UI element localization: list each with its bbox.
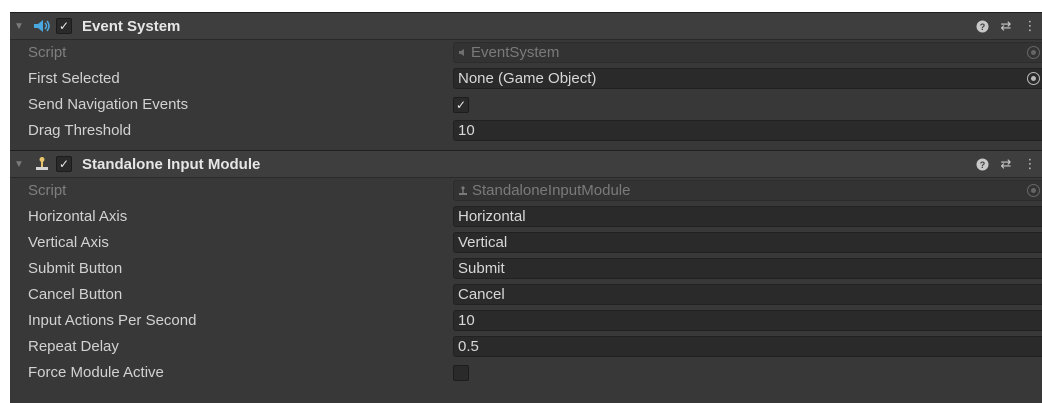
send-navigation-label: Send Navigation Events — [28, 96, 189, 113]
drag-threshold-row: Drag Threshold 10 — [10, 118, 1042, 144]
script-field: StandaloneInputModule — [453, 180, 1042, 201]
force-module-label: Force Module Active — [28, 364, 164, 381]
standalone-input-icon — [32, 155, 52, 173]
object-picker-icon[interactable] — [1027, 72, 1040, 85]
input-actions-label: Input Actions Per Second — [28, 312, 197, 329]
drag-threshold-label: Drag Threshold — [28, 122, 132, 139]
vertical-axis-value: Vertical — [458, 234, 508, 251]
preset-settings-icon[interactable]: ⇄ — [994, 151, 1018, 177]
horizontal-axis-value: Horizontal — [458, 208, 526, 225]
script-value: EventSystem — [471, 44, 560, 61]
cancel-button-row: Cancel Button Cancel — [10, 282, 1042, 308]
input-actions-row: Input Actions Per Second 10 — [10, 308, 1042, 334]
vertical-axis-input[interactable]: Vertical — [453, 232, 1042, 253]
standalone-input-header[interactable]: ▼ ✓ Standalone Input Module ? ⇄ ⋮ — [10, 150, 1042, 178]
preset-settings-icon[interactable]: ⇄ — [994, 13, 1018, 39]
script-value: StandaloneInputModule — [472, 182, 631, 199]
repeat-delay-input[interactable]: 0.5 — [453, 336, 1042, 357]
send-navigation-row: Send Navigation Events ✓ — [10, 92, 1042, 118]
drag-threshold-value: 10 — [458, 122, 475, 139]
repeat-delay-label: Repeat Delay — [28, 338, 119, 355]
horizontal-axis-label: Horizontal Axis — [28, 208, 128, 225]
help-icon[interactable]: ? — [970, 151, 994, 177]
script-label: Script — [28, 44, 67, 61]
context-menu-icon[interactable]: ⋮ — [1018, 151, 1042, 177]
standalone-input-title: Standalone Input Module — [82, 155, 261, 173]
vertical-axis-label: Vertical Axis — [28, 234, 109, 251]
vertical-axis-row: Vertical Axis Vertical — [10, 230, 1042, 256]
foldout-arrow-icon[interactable]: ▼ — [10, 21, 32, 32]
standalone-input-enabled-checkbox[interactable]: ✓ — [56, 156, 72, 172]
submit-button-label: Submit Button — [28, 260, 123, 277]
cancel-button-value: Cancel — [458, 286, 505, 303]
script-label: Script — [28, 182, 67, 199]
horizontal-axis-input[interactable]: Horizontal — [453, 206, 1042, 227]
submit-button-row: Submit Button Submit — [10, 256, 1042, 282]
inspector-panel: ▼ ✓ Event System ? ⇄ ⋮ Script EventSyste… — [10, 12, 1042, 403]
force-module-row: Force Module Active — [10, 360, 1042, 386]
cancel-button-label: Cancel Button — [28, 286, 123, 303]
event-system-enabled-checkbox[interactable]: ✓ — [56, 18, 72, 34]
input-actions-input[interactable]: 10 — [453, 310, 1042, 331]
input-actions-value: 10 — [458, 312, 475, 329]
script-row: Script EventSystem — [10, 40, 1042, 66]
horizontal-axis-row: Horizontal Axis Horizontal — [10, 204, 1042, 230]
svg-text:?: ? — [979, 22, 985, 32]
first-selected-row: First Selected None (Game Object) — [10, 66, 1042, 92]
first-selected-label: First Selected — [28, 70, 120, 87]
event-system-icon — [32, 17, 52, 35]
submit-button-value: Submit — [458, 260, 505, 277]
foldout-arrow-icon[interactable]: ▼ — [10, 159, 32, 170]
object-picker-icon — [1027, 184, 1040, 197]
repeat-delay-row: Repeat Delay 0.5 — [10, 334, 1042, 360]
script-file-icon — [458, 48, 467, 57]
drag-threshold-input[interactable]: 10 — [453, 120, 1042, 141]
first-selected-field[interactable]: None (Game Object) — [453, 68, 1042, 89]
submit-button-input[interactable]: Submit — [453, 258, 1042, 279]
event-system-title: Event System — [82, 17, 181, 35]
force-module-checkbox[interactable] — [453, 365, 469, 381]
script-file-icon — [458, 185, 468, 196]
cancel-button-input[interactable]: Cancel — [453, 284, 1042, 305]
object-picker-icon — [1027, 46, 1040, 59]
first-selected-value: None (Game Object) — [458, 70, 597, 87]
event-system-header[interactable]: ▼ ✓ Event System ? ⇄ ⋮ — [10, 12, 1042, 40]
script-row: Script StandaloneInputModule — [10, 178, 1042, 204]
help-icon[interactable]: ? — [970, 13, 994, 39]
repeat-delay-value: 0.5 — [458, 338, 479, 355]
script-field: EventSystem — [453, 42, 1042, 63]
send-navigation-checkbox[interactable]: ✓ — [453, 97, 469, 113]
svg-text:?: ? — [979, 160, 985, 170]
context-menu-icon[interactable]: ⋮ — [1018, 13, 1042, 39]
